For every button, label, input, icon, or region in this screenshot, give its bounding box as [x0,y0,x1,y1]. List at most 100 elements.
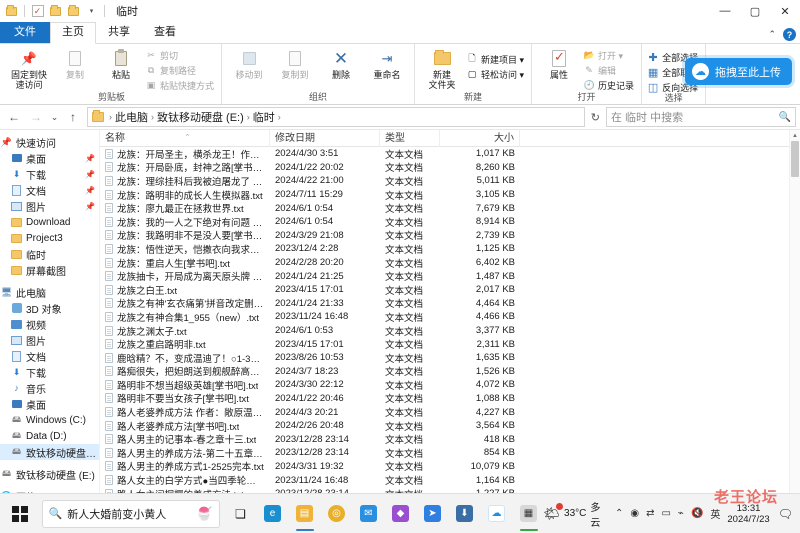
copy-to-button[interactable]: 复制到 [272,46,318,80]
properties-button[interactable]: 属性 [536,46,582,80]
breadcrumb-item-drive[interactable]: 致钛移动硬盘 (E:) [157,109,244,125]
sidebar-item-drive-c[interactable]: 🖴 Windows (C:) [0,412,99,428]
sidebar-item-pictures[interactable]: 图片 📌 [0,198,99,214]
vertical-scrollbar[interactable]: ▲ ▼ [789,130,800,502]
refresh-button[interactable]: ↻ [587,111,604,124]
tray-overflow-icon[interactable]: ⌃ [615,508,623,519]
table-row[interactable]: 龙族之渊太子.txt 2024/6/1 0:53 文本文档 3,377 KB [100,324,789,338]
ime-icon[interactable]: 英 [710,506,720,521]
chrome-button[interactable]: ◎ [322,497,352,531]
search-input[interactable]: 在 临时 中搜索 🔍 [606,107,796,127]
column-header-date[interactable]: 修改日期 [270,130,380,147]
edge-button[interactable]: e [258,497,288,531]
table-row[interactable]: 路人男主的养成方式1-2525完本.txt 2024/3/31 19:32 文本文档… [100,460,789,473]
calculator-button[interactable]: ▦ [514,497,544,531]
table-row[interactable]: 路人老婆养成方法 作者：敞原温热（全本精校... 2024/4/3 20:21 文本… [100,405,789,419]
paste-button[interactable]: 粘贴 [98,46,144,80]
download-manager-button[interactable]: ⬇ [450,497,480,531]
table-row[interactable]: 龙族：悟性逆天，恺撒衣向我求婚○作者：元高... 2023/12/4 2:28 文本… [100,242,789,256]
table-row[interactable]: 龙族：廖九最正在拯救世界.txt 2024/6/1 0:54 文本文档 7,679 K… [100,201,789,215]
mail-button[interactable]: ✉ [354,497,384,531]
sidebar-item-project3[interactable]: Project3 [0,230,99,246]
scrollbar-thumb[interactable] [791,141,799,177]
task-view-button[interactable]: ❏ [226,497,256,531]
paste-shortcut-button[interactable]: ▣ 粘贴快捷方式 [144,78,217,92]
recent-locations-button[interactable]: ⌄ [48,107,61,127]
sidebar-item-documents[interactable]: 文档 📌 [0,182,99,198]
sidebar-item-download-folder[interactable]: Download [0,214,99,230]
column-header-type[interactable]: 类型 [380,130,440,147]
undo-qat-icon[interactable] [66,4,81,19]
properties-qat-icon[interactable]: ✓ [30,4,45,19]
collapse-ribbon-icon[interactable]: ⌃ [768,29,776,40]
table-row[interactable]: 路人男主的记事本-春之章十三.txt 2023/12/28 23:14 文本文档 41… [100,432,789,446]
sidebar-item-downloads[interactable]: ⬇ 下载 📌 [0,166,99,182]
table-row[interactable]: 路人老婆养成方法[掌书吧].txt 2024/2/26 20:48 文本文档 3,56… [100,419,789,433]
table-row[interactable]: 龙族：重启人生[掌书吧].txt 2024/2/28 20:20 文本文档 6,402… [100,256,789,270]
table-row[interactable]: 龙族：开局圣主，横杀龙王！作者：炎方.txt 2024/4/30 3:51 文本文档… [100,147,789,161]
file-explorer-button[interactable]: ▤ [290,497,320,531]
close-button[interactable]: ✕ [770,0,800,22]
app-menu-icon[interactable] [4,4,19,19]
sidebar-header-this-pc[interactable]: 🖥 此电脑 [0,284,99,300]
table-row[interactable]: 龙族：路明非的成长人生模拟器.txt 2024/7/11 15:29 文本文档 3,1… [100,188,789,202]
pin-to-quick-access-button[interactable]: 📌 固定到快 速访问 [6,46,52,91]
back-button[interactable]: ← [4,107,24,127]
customize-qat-chevron-icon[interactable]: ▾ [84,4,99,19]
start-button[interactable] [0,494,40,533]
column-header-name[interactable]: ⌃ 名称 [100,130,270,147]
table-row[interactable]: 龙族之有神'玄衣痛第'拼音改定删除空格版本版... 2024/1/24 21:33… [100,297,789,310]
sidebar-item-drive-e[interactable]: 🖴 致钛移动硬盘 (E:) [0,444,99,460]
delete-button[interactable]: ✕ 删除 [318,46,364,80]
sidebar-item-desktop-pc[interactable]: 桌面 [0,396,99,412]
edit-button[interactable]: ✎ 编辑 [582,63,637,77]
sidebar-item-videos[interactable]: 视频 [0,316,99,332]
tab-share[interactable]: 共享 [96,22,142,43]
easy-access-button[interactable]: ▢ 轻松访问 ▾ [465,67,527,81]
new-folder-qat-icon[interactable] [48,4,63,19]
sidebar-item-temp[interactable]: 临时 [0,246,99,262]
rename-button[interactable]: ⇥ 重命名 [364,46,410,81]
up-button[interactable]: ↑ [63,107,83,127]
sidebar-header-quick-access[interactable]: 📌 快速访问 [0,134,99,150]
table-row[interactable]: 路人女主的白学方式●当四季轮回之时●至卷五 ... 2023/11/24 16:4… [100,473,789,487]
telegram-button[interactable]: ➤ [418,497,448,531]
new-item-button[interactable]: 🗋 新建项目 ▾ [465,52,527,66]
new-folder-button[interactable]: 新建 文件夹 [419,46,465,90]
breadcrumb-item-this-pc[interactable]: 此电脑 [115,109,148,125]
sidebar-header-drive-e-root[interactable]: 🖴 致钛移动硬盘 (E:) [0,466,99,482]
sidebar-item-downloads-pc[interactable]: ⬇ 下载 [0,364,99,380]
cut-button[interactable]: ✂ 剪切 [144,48,217,62]
table-row[interactable]: 路明非不要当女孩子[掌书吧].txt 2024/1/22 20:46 文本文档 1,0… [100,392,789,405]
table-row[interactable]: 龙族之有神合集1_955（new）.txt 2023/11/24 16:48 文本文… [100,310,789,324]
wifi-icon[interactable]: ⌁ [678,508,684,519]
table-row[interactable]: 鹿晗精？不，变成温迪了！○1-372_124224... 2023/8/26 10… [100,351,789,365]
table-row[interactable]: 路痴很失，把妲朗送到舰舰醉高了1-239.txt 2024/3/7 18:23 文本… [100,365,789,378]
minimize-button[interactable]: — [710,0,740,22]
table-row[interactable]: 龙族之白王.txt 2023/4/15 17:01 文本文档 2,017 KB [100,283,789,297]
table-row[interactable]: 龙族：理综挂科后我被迫屠龙了 作者：一心求... 2024/4/22 21:00 文… [100,174,789,188]
tab-home[interactable]: 主页 [50,22,96,44]
table-row[interactable]: 路明非不想当超级英雄[掌书吧].txt 2024/3/30 22:12 文本文档 4,… [100,378,789,392]
sync-icon[interactable]: ◉ [630,508,639,519]
help-icon[interactable]: ? [783,28,796,41]
tab-file[interactable]: 文件 [0,22,50,43]
sidebar-item-3d-objects[interactable]: 3D 对象 [0,300,99,316]
table-row[interactable]: 龙族之重启路明非.txt 2023/4/15 17:01 文本文档 2,311 KB [100,337,789,351]
breadcrumb[interactable]: › 此电脑 › 致钛移动硬盘 (E:) › 临时 › [87,107,585,127]
copy-button[interactable]: 复制 [52,46,98,80]
history-button[interactable]: 🕘 历史记录 [582,78,637,92]
scrollbar-track[interactable] [790,141,800,491]
maximize-button[interactable]: ▢ [740,0,770,22]
sidebar-item-music[interactable]: ♪ 音乐 [0,380,99,396]
move-to-button[interactable]: 移动到 [226,46,272,80]
forward-button[interactable]: → [26,107,46,127]
drag-to-upload-button[interactable]: ☁ 拖拽至此上传 [685,58,792,85]
table-row[interactable]: 龙族：我的一人之下绝对有问题 作者：傲娇动... 2024/6/1 0:54 文本文… [100,215,789,229]
scroll-up-arrow-icon[interactable]: ▲ [790,130,800,141]
vs-code-button[interactable]: ◆ [386,497,416,531]
volume-muted-icon[interactable]: 🔇 [691,508,703,519]
copy-path-button[interactable]: ⧉ 复制路径 [144,63,217,77]
notification-center-icon[interactable]: 🗨 [777,507,794,521]
table-row[interactable]: 龙族：开局卧底，封神之路[掌书吧].txt 2024/1/22 20:02 文本文档… [100,161,789,174]
